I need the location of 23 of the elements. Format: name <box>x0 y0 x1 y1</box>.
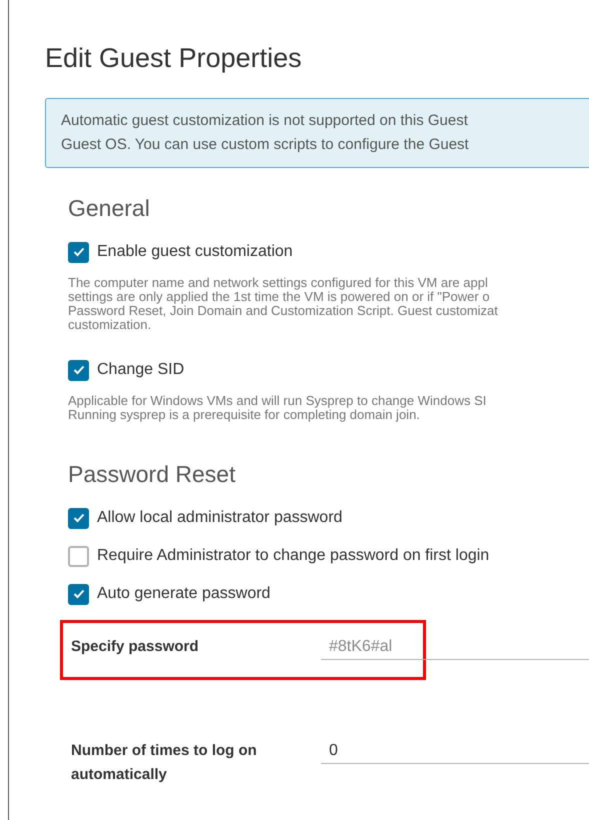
checkbox-label: Allow local administrator password <box>97 508 342 528</box>
checkmark-icon <box>72 589 84 599</box>
input-field[interactable]: 0 <box>321 739 589 764</box>
checkbox[interactable] <box>68 242 89 262</box>
checkmark-icon <box>72 513 84 523</box>
checkbox-label: Auto generate password <box>97 584 270 604</box>
checkbox[interactable] <box>68 546 89 566</box>
field-label: Specify password <box>71 637 200 657</box>
field-label: Number of times to log on automatically <box>71 741 258 785</box>
section-heading: Password Reset <box>68 460 236 489</box>
checkbox-label: Enable guest customization <box>97 242 293 262</box>
dialog-title: Edit Guest Properties <box>45 42 303 75</box>
checkbox[interactable] <box>68 360 89 380</box>
checkbox[interactable] <box>68 508 89 528</box>
info-banner: Automatic guest customization is not supported on this Guest Guest OS. You can use custom scripts to configure the Guest <box>45 98 589 168</box>
checkbox-label: Require Administrator to change password on first login <box>97 546 490 566</box>
option-description: The computer name and network settings configured for this VM are appl settings are only applied the 1st time the VM is powered on or if "Power o Password Reset, Join Domain and Customization Script. Guest customizat customization. <box>68 276 499 332</box>
checkmark-icon <box>72 365 84 375</box>
checkmark-icon <box>72 247 84 257</box>
option-description: Applicable for Windows VMs and will run Sysprep to change Windows SI Running sysprep is a prerequisite for completing domain join. <box>68 394 488 422</box>
section-heading: General <box>68 194 151 223</box>
checkbox-label: Change SID <box>97 360 184 380</box>
checkbox[interactable] <box>68 584 89 604</box>
